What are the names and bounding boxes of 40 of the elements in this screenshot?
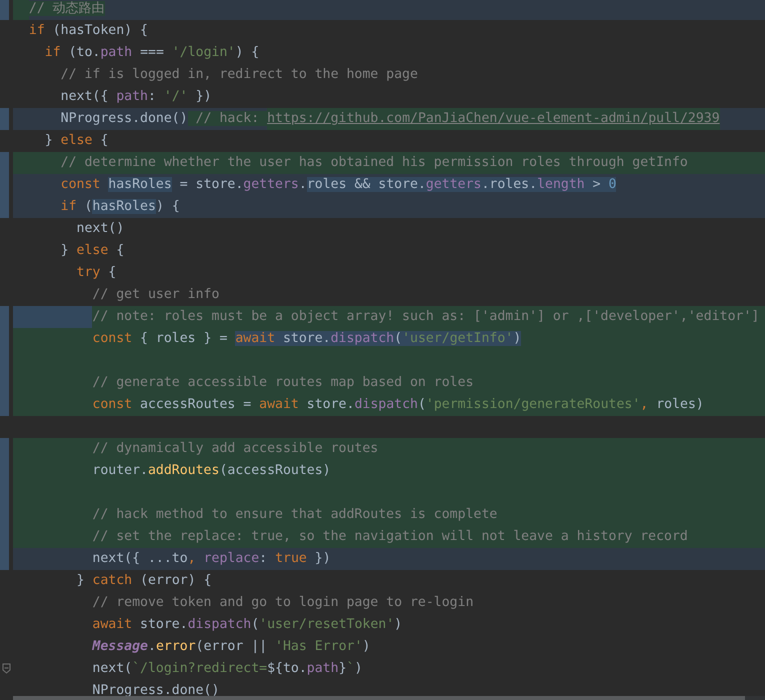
code-line: // set the replace: true, so the navigation will not leave a history record: [92, 528, 688, 546]
fold-icon[interactable]: [2, 663, 11, 674]
change-highlight: [13, 0, 29, 20]
code-line: Message.error(error || 'Has Error'): [92, 638, 370, 656]
code-line: next({ ...to, replace: true }): [92, 550, 331, 568]
code-line: next(): [76, 220, 124, 238]
code-line: try {: [76, 264, 116, 282]
code-line: } else {: [44, 132, 108, 150]
code-line: if (hasRoles) {: [60, 198, 180, 216]
code-line: NProgress.done() // hack:: [60, 108, 268, 130]
code-line: // note: roles must be a object array! such as: ['admin'] or ,['developer','editor']: [92, 308, 760, 326]
change-marker: [0, 438, 9, 460]
code-line: NProgress.done(): [92, 682, 220, 700]
code-line: // get user info: [92, 286, 220, 304]
change-marker: [0, 548, 9, 570]
code-line: const accessRoutes = await store.dispatch('permission/generateRoutes', roles): [92, 396, 704, 414]
code-line: // if is logged in, redirect to the home page: [60, 66, 418, 84]
change-marker: [0, 306, 9, 328]
code-line: const hasRoles = store.getters.roles && store.getters.roles.length > 0: [60, 176, 616, 194]
code-line: // hack method to ensure that addRoutes is complete: [92, 506, 498, 524]
code-line: next({ path: '/' }): [60, 88, 212, 106]
code-line: const { roles } = await store.dispatch('user/getInfo'): [92, 330, 522, 348]
link[interactable]: https://github.com/PanJiaChen/vue-element-admin/pull/2939: [267, 108, 720, 130]
code-line: } catch (error) {: [76, 572, 212, 590]
code-line: // dynamically add accessible routes: [92, 440, 378, 458]
code-line: // remove token and go to login page to re-login: [92, 594, 474, 612]
code-line: } else {: [60, 242, 124, 260]
change-marker: [0, 152, 9, 174]
change-marker: [0, 196, 9, 218]
code-line: next(`/login?redirect=${to.path}`): [92, 660, 362, 678]
code-line: await store.dispatch('user/resetToken'): [92, 616, 402, 634]
code-line: router.addRoutes(accessRoutes): [92, 462, 331, 480]
change-marker: [0, 394, 9, 416]
code-line: if (hasToken) {: [28, 22, 148, 40]
code-line: // generate accessible routes map based on roles: [92, 374, 474, 392]
code-line: if (to.path === '/login') {: [44, 44, 260, 62]
scrollbar[interactable]: [13, 696, 765, 700]
code-line: // determine whether the user has obtained his permission roles through getInfo: [60, 154, 688, 172]
change-marker: [0, 108, 9, 130]
change-marker: [0, 0, 9, 20]
